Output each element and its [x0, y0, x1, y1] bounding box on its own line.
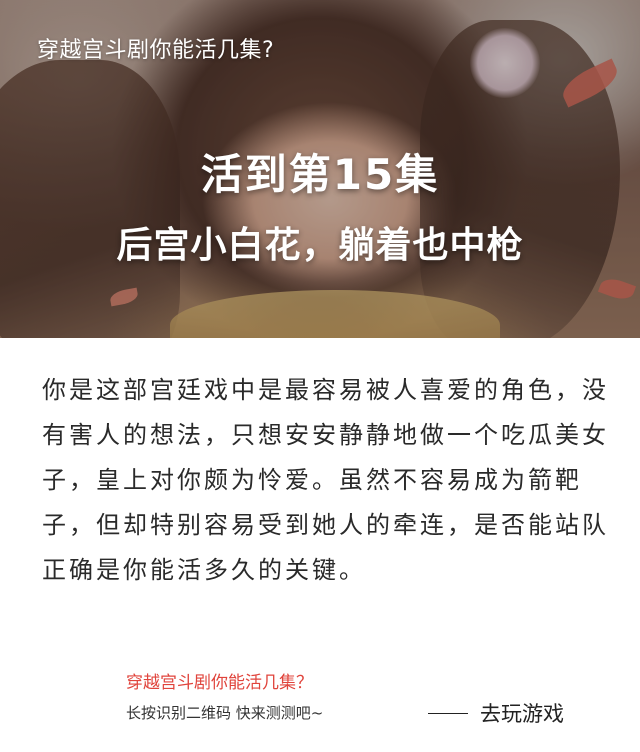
quiz-title: 穿越宫斗剧你能活几集?	[37, 38, 275, 63]
qr-instruction: 长按识别二维码 快来测测吧~	[126, 704, 324, 722]
signature-text: 去玩游戏	[480, 702, 564, 726]
result-hero-banner: 穿越宫斗剧你能活几集? 活到第15集 后宫小白花，躺着也中枪	[0, 0, 640, 338]
signature-dash	[428, 712, 468, 714]
result-description: 你是这部宫廷戏中是最容易被人喜爱的角色，没有害人的想法，只想安安静静地做一个吃瓜…	[42, 376, 609, 584]
result-headline: 活到第15集	[200, 150, 440, 199]
footer-signature: 去玩游戏	[428, 698, 564, 728]
footer-quiz-title: 穿越宫斗剧你能活几集？	[126, 673, 313, 693]
result-subtitle: 后宫小白花，躺着也中枪	[116, 225, 524, 266]
